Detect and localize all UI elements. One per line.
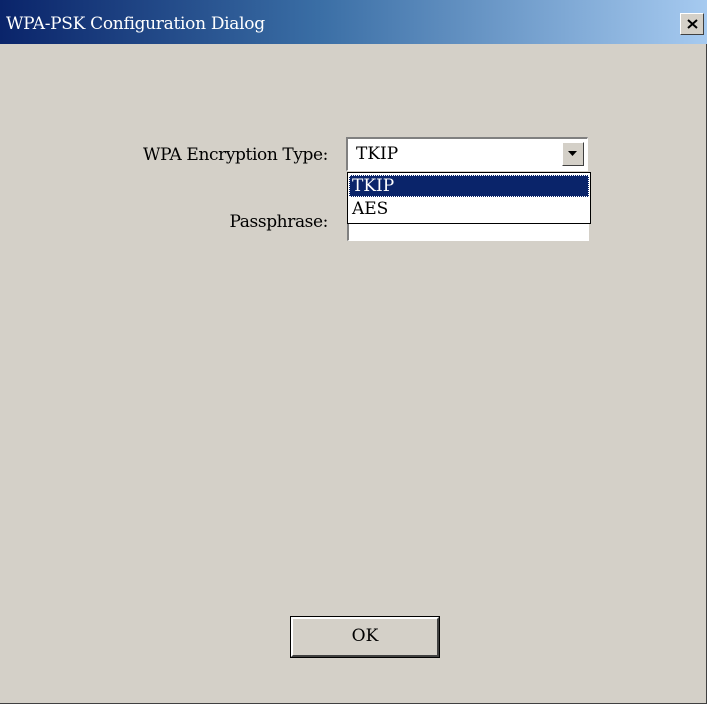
close-button[interactable] [680,13,704,35]
encryption-type-label: WPA Encryption Type: [143,145,328,165]
chevron-down-icon [568,151,577,156]
dialog-title: WPA-PSK Configuration Dialog [6,14,265,34]
passphrase-label: Passphrase: [229,212,329,232]
ok-button[interactable]: OK [291,617,439,657]
encryption-type-dropdown-list: TKIP AES [347,172,591,224]
title-bar[interactable]: WPA-PSK Configuration Dialog [0,0,707,44]
close-icon [687,19,698,29]
encryption-type-select[interactable]: TKIP [346,137,588,171]
dropdown-option-aes[interactable]: AES [349,198,589,220]
wpa-psk-dialog: WPA-PSK Configuration Dialog WPA Encrypt… [0,0,707,704]
encryption-type-value: TKIP [356,144,399,164]
dropdown-option-tkip[interactable]: TKIP [349,175,589,197]
dropdown-button[interactable] [562,142,584,166]
passphrase-input[interactable] [347,223,589,241]
